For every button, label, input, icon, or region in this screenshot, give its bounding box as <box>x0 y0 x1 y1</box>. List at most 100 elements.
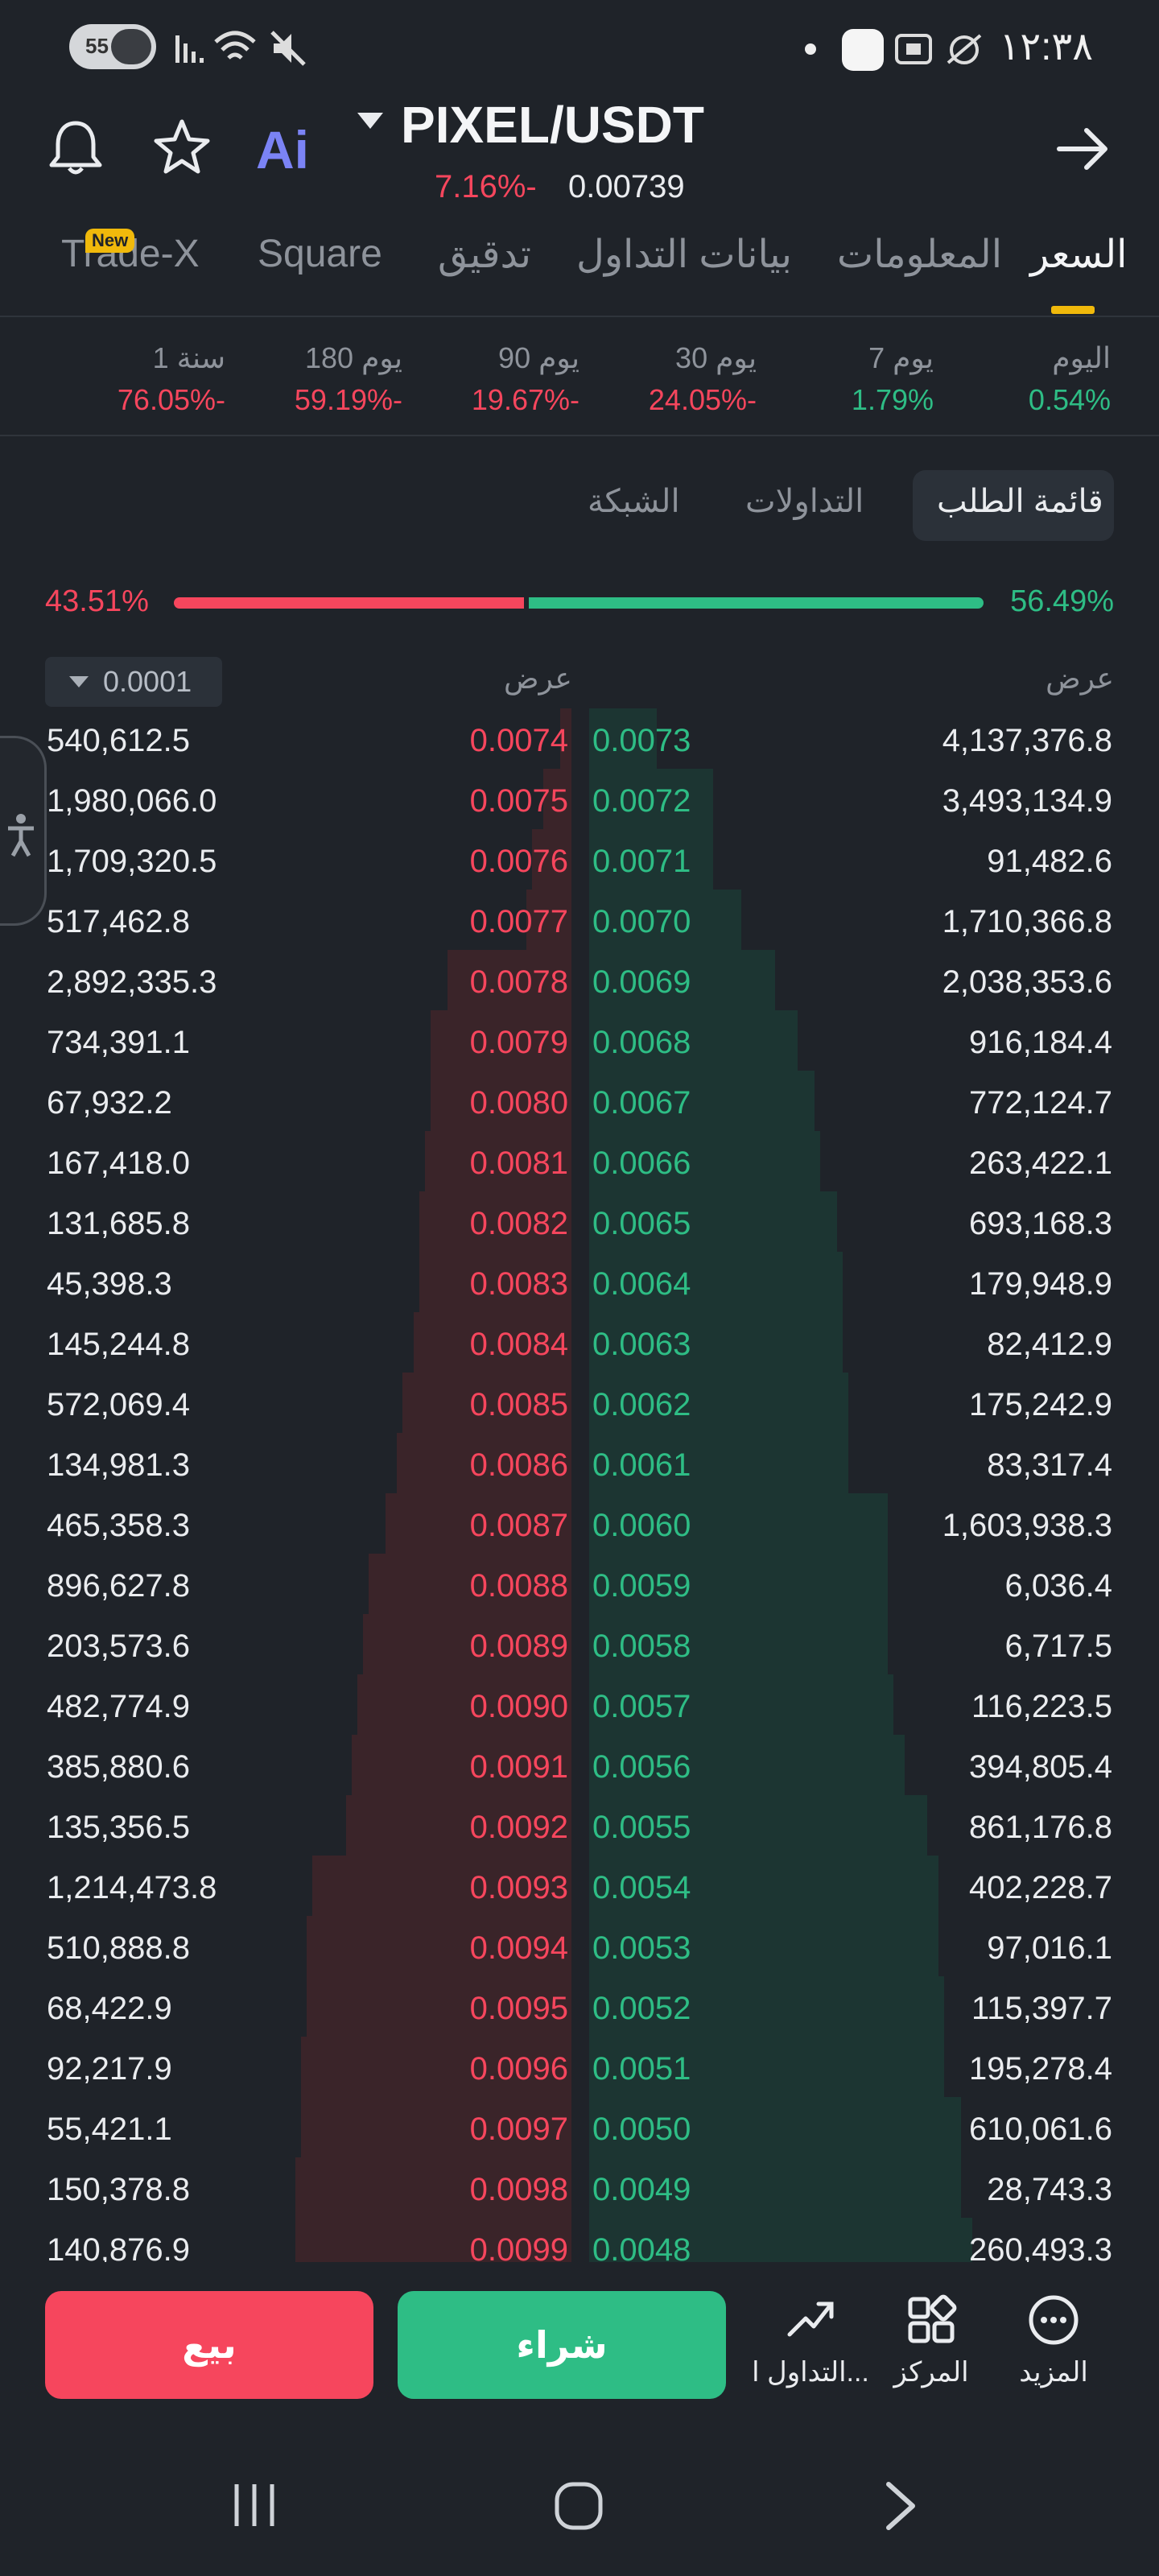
buy-ratio-bar <box>529 597 984 609</box>
order-book-row[interactable]: 1,980,066.0 0.0075 0.0072 3,493,134.9 <box>0 769 1159 829</box>
pair-dropdown-caret-icon[interactable] <box>357 113 383 129</box>
order-book-row[interactable]: 482,774.9 0.0090 0.0057 116,223.5 <box>0 1674 1159 1735</box>
order-book-row[interactable]: 517,462.8 0.0077 0.0070 1,710,366.8 <box>0 890 1159 950</box>
ask-price: 0.0096 <box>469 2051 568 2087</box>
bid-price: 0.0050 <box>592 2112 691 2147</box>
order-book-row[interactable]: 1,214,473.8 0.0093 0.0054 402,228.7 <box>0 1856 1159 1916</box>
action-bar: بيع شراء التداول ا... المركز المزيد <box>0 2262 1159 2415</box>
sell-button[interactable]: بيع <box>45 2291 373 2399</box>
bid-price: 0.0066 <box>592 1146 691 1181</box>
order-book-row[interactable]: 131,685.8 0.0082 0.0065 693,168.3 <box>0 1191 1159 1252</box>
ask-quantity: 861,176.8 <box>969 1810 1112 1845</box>
bid-quantity: 131,685.8 <box>47 1206 190 1241</box>
signal-icon <box>175 35 204 63</box>
nav-more[interactable]: المزيد <box>993 2294 1114 2388</box>
order-book-row[interactable]: 540,612.5 0.0074 0.0073 4,137,376.8 <box>0 708 1159 769</box>
period-label: اليوم <box>1052 341 1111 374</box>
ask-price: 0.0087 <box>469 1508 568 1543</box>
period-label: 90 يوم <box>498 341 580 374</box>
order-book-row[interactable]: 385,880.6 0.0091 0.0056 394,805.4 <box>0 1735 1159 1795</box>
order-book-row[interactable]: 203,573.6 0.0089 0.0058 6,717.5 <box>0 1614 1159 1674</box>
ask-price: 0.0084 <box>469 1327 568 1362</box>
order-book-row[interactable]: 55,421.1 0.0097 0.0050 610,061.6 <box>0 2097 1159 2157</box>
ask-quantity: 394,805.4 <box>969 1749 1112 1785</box>
bid-quantity: 134,981.3 <box>47 1447 190 1483</box>
order-book-row[interactable]: 465,358.3 0.0087 0.0060 1,603,938.3 <box>0 1493 1159 1554</box>
bid-price: 0.0058 <box>592 1629 691 1664</box>
bid-quantity: 1,709,320.5 <box>47 844 217 879</box>
ask-price: 0.0076 <box>469 844 568 879</box>
last-price: 0.00739 <box>568 169 685 204</box>
recent-apps-icon[interactable] <box>229 2479 280 2531</box>
bid-quantity: 385,880.6 <box>47 1749 190 1785</box>
order-book-row[interactable]: 1,709,320.5 0.0076 0.0071 91,482.6 <box>0 829 1159 890</box>
order-book-row[interactable]: 2,892,335.3 0.0078 0.0069 2,038,353.6 <box>0 950 1159 1010</box>
tab-square[interactable]: Square <box>258 232 382 276</box>
period-90d: 90 يوم 19.67%- <box>435 341 580 417</box>
bid-price: 0.0053 <box>592 1930 691 1966</box>
ask-quantity: 82,412.9 <box>987 1327 1112 1362</box>
status-pill-half <box>111 29 151 64</box>
precision-select[interactable]: 0.0001 <box>45 657 222 707</box>
ask-quantity: 91,482.6 <box>987 844 1112 879</box>
bid-price: 0.0052 <box>592 1991 691 2026</box>
bid-price: 0.0064 <box>592 1266 691 1302</box>
bid-quantity: 896,627.8 <box>47 1568 190 1604</box>
bid-quantity: 92,217.9 <box>47 2051 172 2087</box>
ask-quantity: 1,603,938.3 <box>942 1508 1112 1543</box>
ai-assistant-icon[interactable]: Ai <box>256 119 309 180</box>
ai-label: Ai <box>256 120 309 180</box>
tab-price[interactable]: السعر <box>1030 232 1127 277</box>
subtab-trades[interactable]: التداولات <box>745 483 864 520</box>
order-book-row[interactable]: 150,378.8 0.0098 0.0049 28,743.3 <box>0 2157 1159 2218</box>
ask-price: 0.0082 <box>469 1206 568 1241</box>
bid-quantity: 2,892,335.3 <box>47 964 217 1000</box>
home-icon[interactable] <box>552 2479 605 2533</box>
bid-quantity: 167,418.0 <box>47 1146 190 1181</box>
bid-quantity: 465,358.3 <box>47 1508 190 1543</box>
tab-info[interactable]: المعلومات <box>837 232 1002 277</box>
nav-trade[interactable]: التداول ا... <box>750 2294 871 2388</box>
subtab-depth[interactable]: الشبكة <box>588 483 680 520</box>
ask-price: 0.0097 <box>469 2112 568 2147</box>
nav-position[interactable]: المركز <box>871 2294 992 2388</box>
order-book-row[interactable]: 510,888.8 0.0094 0.0053 97,016.1 <box>0 1916 1159 1976</box>
order-book-row[interactable]: 67,932.2 0.0080 0.0067 772,124.7 <box>0 1071 1159 1131</box>
bid-quantity: 1,980,066.0 <box>47 783 217 819</box>
order-book-row[interactable]: 135,356.5 0.0092 0.0055 861,176.8 <box>0 1795 1159 1856</box>
order-book-row[interactable]: 140,876.9 0.0099 0.0048 260,493.3 <box>0 2218 1159 2262</box>
order-book-row[interactable]: 45,398.3 0.0083 0.0064 179,948.9 <box>0 1252 1159 1312</box>
ask-quantity: 1,710,366.8 <box>942 904 1112 939</box>
pair-title[interactable]: PIXEL/USDT <box>401 95 704 155</box>
bid-price: 0.0060 <box>592 1508 691 1543</box>
subtab-order-book[interactable]: قائمة الطلب <box>937 483 1103 520</box>
bid-price: 0.0071 <box>592 844 691 879</box>
order-book-row[interactable]: 92,217.9 0.0096 0.0051 195,278.4 <box>0 2037 1159 2097</box>
order-book-row[interactable]: 145,244.8 0.0084 0.0063 82,412.9 <box>0 1312 1159 1373</box>
bell-icon[interactable] <box>45 117 106 178</box>
ask-quantity: 28,743.3 <box>987 2172 1112 2207</box>
ask-column-head: عرض <box>1046 662 1114 695</box>
arrow-right-icon[interactable] <box>1054 121 1111 177</box>
order-book-row[interactable]: 734,391.1 0.0079 0.0068 916,184.4 <box>0 1010 1159 1071</box>
bid-price: 0.0065 <box>592 1206 691 1241</box>
period-7d: 7 يوم 1.79% <box>789 341 934 417</box>
period-label: 1 سنة <box>152 341 225 374</box>
order-book-row[interactable]: 896,627.8 0.0088 0.0059 6,036.4 <box>0 1554 1159 1614</box>
buy-button[interactable]: شراء <box>398 2291 726 2399</box>
tab-trading-data[interactable]: بيانات التداول <box>576 232 792 277</box>
tab-audit[interactable]: تدقيق <box>438 232 531 277</box>
order-book-row[interactable]: 572,069.4 0.0085 0.0062 175,242.9 <box>0 1373 1159 1433</box>
order-book-row[interactable]: 167,418.0 0.0081 0.0066 263,422.1 <box>0 1131 1159 1191</box>
ask-quantity: 916,184.4 <box>969 1025 1112 1060</box>
sell-ratio-bar <box>174 597 524 609</box>
ask-price: 0.0079 <box>469 1025 568 1060</box>
period-1y: 1 سنة 76.05%- <box>80 341 225 417</box>
chevron-down-icon <box>69 676 89 687</box>
order-book-row[interactable]: 68,422.9 0.0095 0.0052 115,397.7 <box>0 1976 1159 2037</box>
order-book-row[interactable]: 134,981.3 0.0086 0.0061 83,317.4 <box>0 1433 1159 1493</box>
back-icon[interactable] <box>881 2479 921 2533</box>
star-icon[interactable] <box>151 117 212 178</box>
period-value: 24.05%- <box>648 383 757 416</box>
order-book[interactable]: 540,612.5 0.0074 0.0073 4,137,376.8 1,980,06… <box>0 708 1159 2262</box>
